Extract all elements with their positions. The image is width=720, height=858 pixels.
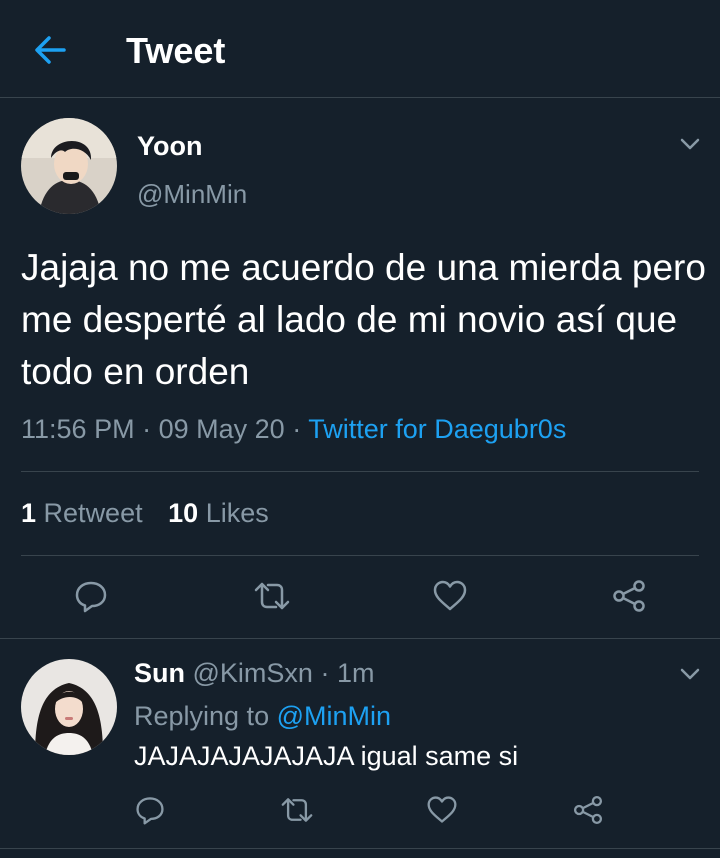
reply-button[interactable] [73, 578, 109, 614]
reply-author-name[interactable]: Sun [134, 658, 185, 688]
chevron-down-icon [680, 668, 700, 680]
retweet-icon [281, 798, 313, 822]
divider [21, 555, 699, 556]
reply-avatar[interactable] [21, 659, 117, 755]
retweet-label: Retweet [43, 498, 143, 528]
likes-stat[interactable]: 10 Likes [168, 498, 269, 528]
arrow-left-icon [35, 36, 66, 64]
reply-icon [136, 797, 164, 825]
divider [0, 638, 720, 639]
reply-author-handle[interactable]: @KimSxn [193, 658, 313, 688]
share-icon [573, 795, 603, 825]
share-button[interactable] [611, 578, 647, 614]
tweet-time: 11:56 PM [21, 414, 135, 444]
reply-icon [75, 581, 107, 613]
separator: · [292, 414, 302, 444]
retweet-button[interactable] [252, 578, 292, 614]
tweet-date: 09 May 20 [158, 414, 285, 444]
tweet-stats: 1 Retweet 10 Likes [21, 498, 269, 529]
reply-retweet-button[interactable] [279, 794, 315, 826]
separator: · [320, 658, 330, 688]
share-icon [613, 580, 645, 612]
divider [0, 848, 720, 849]
chevron-down-icon [680, 138, 700, 150]
author-name[interactable]: Yoon [137, 131, 202, 162]
replying-label: Replying to [134, 701, 270, 731]
reply-header: Sun @KimSxn · 1m [134, 658, 375, 689]
retweets-stat[interactable]: 1 Retweet [21, 498, 143, 528]
tweet-text: Jajaja no me acuerdo de una mierda pero … [21, 247, 706, 392]
like-count: 10 [168, 498, 199, 528]
like-icon [433, 580, 467, 611]
divider [21, 471, 699, 472]
reply-time: 1m [336, 658, 375, 688]
tweet-menu-button[interactable] [676, 130, 704, 158]
tweet-source-link[interactable]: Twitter for Daegubr0s [308, 414, 566, 444]
replying-mention[interactable]: @MinMin [277, 701, 391, 731]
reply-share-button[interactable] [572, 794, 604, 826]
like-button[interactable] [432, 578, 468, 614]
tweet-meta: 11:56 PM · 09 May 20 · Twitter for Daegu… [21, 414, 566, 445]
page-title: Tweet [126, 30, 226, 71]
replying-to: Replying to @MinMin [134, 701, 391, 732]
reply-text: JAJAJAJAJAJAJA igual same si [134, 741, 519, 771]
like-label: Likes [205, 498, 269, 528]
reply-like-button[interactable] [426, 794, 458, 826]
back-button[interactable] [30, 30, 70, 70]
top-bar: Tweet [0, 0, 720, 98]
retweet-count: 1 [21, 498, 37, 528]
reply-menu-button[interactable] [676, 660, 704, 688]
like-icon [427, 796, 457, 823]
separator: · [142, 414, 152, 444]
author-handle[interactable]: @MinMin [137, 179, 247, 210]
author-avatar[interactable] [21, 118, 117, 214]
reply-reply-button[interactable] [134, 794, 166, 826]
retweet-icon [254, 582, 290, 610]
